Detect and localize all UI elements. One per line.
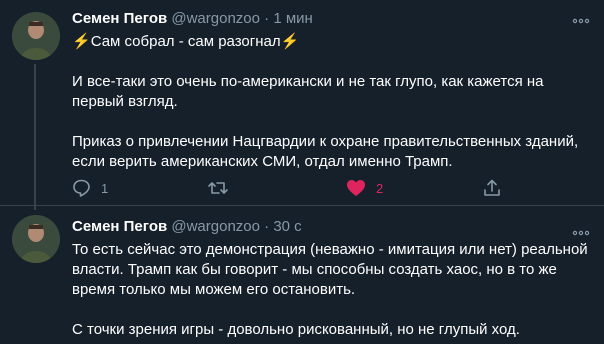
author-name[interactable]: Семен Пегов <box>72 218 167 235</box>
more-options-icon[interactable] <box>572 13 590 24</box>
tweet-paragraph: То есть сейчас это демонстрация (неважно… <box>72 241 592 298</box>
lightning-emoji-icon: ⚡ <box>280 33 300 50</box>
tweet-title: Сам собрал - сам разогнал <box>90 33 281 50</box>
timestamp[interactable]: 30 с <box>273 218 301 235</box>
timestamp[interactable]: 1 мин <box>273 10 313 27</box>
tweet-header: Семен Пегов @wargonzoo · 30 с <box>72 217 302 237</box>
reply-icon <box>73 179 90 197</box>
author-name[interactable]: Семен Пегов <box>72 10 167 27</box>
tweet-paragraph: Приказ о привлечении Нацгвардии к охране… <box>72 133 583 170</box>
avatar-photo-icon <box>12 215 60 263</box>
reply-button[interactable]: 1 <box>72 178 108 198</box>
heart-icon <box>347 180 365 196</box>
like-count: 2 <box>376 180 384 196</box>
tweet-text: ⚡Сам собрал - сам разогнал⚡ И все-таки э… <box>72 32 592 172</box>
avatar-photo-icon <box>12 12 60 60</box>
tweet-paragraph: И все-таки это очень по-американски и не… <box>72 73 548 110</box>
thread-line <box>34 64 36 210</box>
tweet[interactable]: Семен Пегов @wargonzoo · 1 мин ⚡Сам собр… <box>0 0 604 210</box>
separator-dot: · <box>264 10 270 27</box>
more-options-icon[interactable] <box>572 225 590 236</box>
like-button[interactable]: 2 <box>346 178 383 198</box>
tweet-actions: 1 2 <box>72 178 502 198</box>
tweet[interactable]: Семен Пегов @wargonzoo · 30 с То есть се… <box>0 205 604 344</box>
avatar[interactable] <box>12 12 60 60</box>
retweet-button[interactable] <box>207 178 229 198</box>
reply-count: 1 <box>101 180 109 196</box>
separator-dot: · <box>264 218 270 235</box>
tweet-paragraph: С точки зрения игры - довольно рискованн… <box>72 321 520 338</box>
author-handle[interactable]: @wargonzoo <box>171 10 260 27</box>
share-icon <box>484 179 500 196</box>
tweet-header: Семен Пегов @wargonzoo · 1 мин <box>72 9 313 29</box>
lightning-emoji-icon: ⚡ <box>72 33 91 50</box>
share-button[interactable] <box>483 178 501 198</box>
retweet-icon <box>208 182 228 194</box>
author-handle[interactable]: @wargonzoo <box>171 218 260 235</box>
avatar[interactable] <box>12 215 60 263</box>
tweet-text: То есть сейчас это демонстрация (неважно… <box>72 240 592 340</box>
